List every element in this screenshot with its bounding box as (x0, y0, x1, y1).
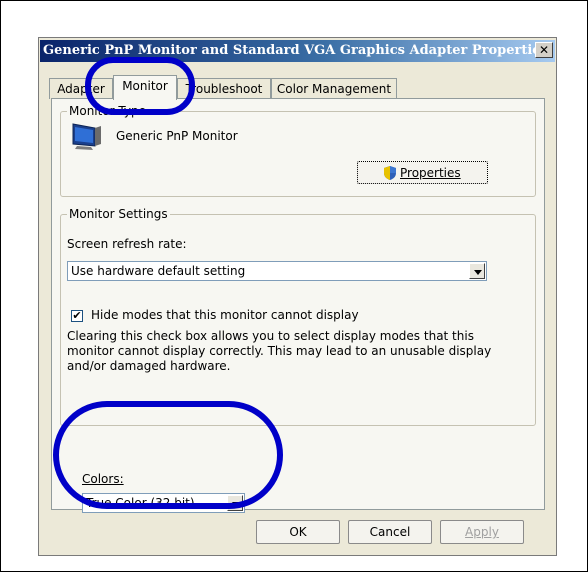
cancel-label: Cancel (369, 525, 411, 539)
ok-label: OK (289, 525, 307, 539)
monitor-icon (71, 122, 103, 152)
refresh-rate-label: Screen refresh rate: (67, 237, 187, 251)
tab-color-management-label: Color Management (276, 82, 392, 96)
uac-shield-icon (383, 165, 397, 181)
chevron-down-icon[interactable] (469, 263, 485, 279)
dialog-title: Generic PnP Monitor and Standard VGA Gra… (43, 43, 548, 58)
monitor-settings-group: Monitor Settings Screen refresh rate: Us… (60, 207, 536, 426)
cancel-button[interactable]: Cancel (348, 520, 432, 544)
hide-modes-description: Clearing this check box allows you to se… (67, 329, 492, 373)
refresh-rate-value: Use hardware default setting (71, 264, 246, 278)
close-button[interactable]: ✕ (535, 42, 553, 58)
tab-color-management[interactable]: Color Management (271, 78, 397, 99)
tab-troubleshoot-label: Troubleshoot (185, 82, 263, 96)
monitor-settings-group-label: Monitor Settings (67, 207, 170, 221)
close-icon: ✕ (538, 43, 550, 57)
tab-monitor-label: Monitor (122, 79, 168, 93)
monitor-properties-label: Properties (400, 166, 461, 180)
tab-monitor[interactable]: Monitor (113, 75, 177, 100)
ok-button[interactable]: OK (256, 520, 340, 544)
hide-modes-checkbox[interactable]: ✔ (71, 310, 83, 322)
hide-modes-label[interactable]: Hide modes that this monitor cannot disp… (91, 308, 359, 322)
refresh-rate-select[interactable]: Use hardware default setting (67, 261, 487, 281)
monitor-type-group: Monitor Type Generic PnP Monitor Propert… (60, 104, 536, 197)
monitor-name: Generic PnP Monitor (116, 129, 238, 143)
apply-label: Apply (465, 525, 499, 539)
apply-button[interactable]: Apply (440, 520, 524, 544)
monitor-properties-button[interactable]: Properties (357, 161, 488, 184)
colors-highlight (53, 401, 283, 509)
screenshot-frame: Generic PnP Monitor and Standard VGA Gra… (0, 0, 588, 572)
